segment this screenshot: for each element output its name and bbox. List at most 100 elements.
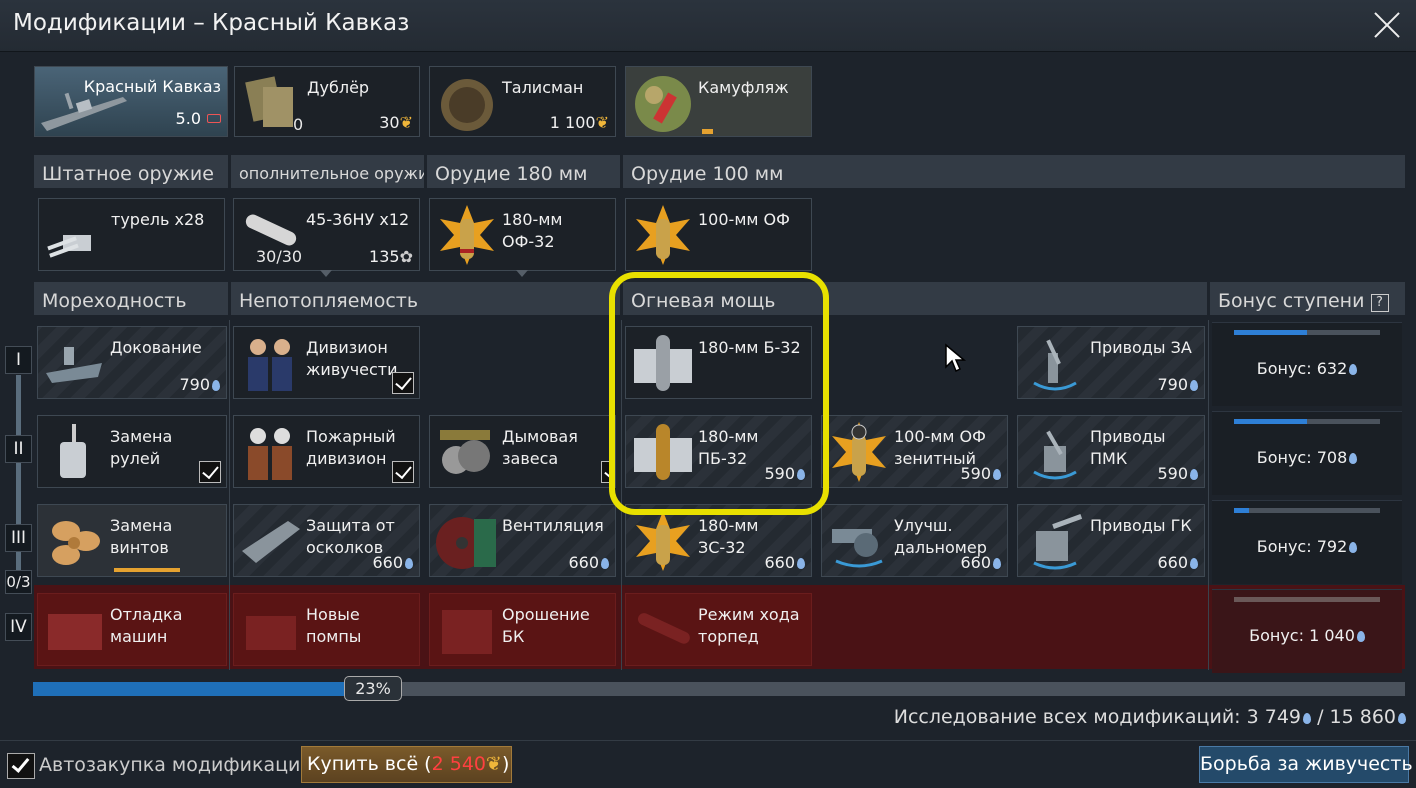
header-additional-weapons: ополнительное оружие — [231, 155, 424, 188]
mod-torpedo-mode[interactable]: Режим хода торпед — [625, 593, 812, 666]
mod-label: Орошение БК — [502, 605, 590, 646]
tier-bonus-4: Бонус: 1 040 — [1212, 589, 1402, 673]
mod-label: 180-мм Б-32 — [698, 338, 801, 357]
research-summary: Исследование всех модификаций: 3 749 / 1… — [894, 706, 1406, 728]
rudder-icon — [60, 424, 86, 478]
mod-ventilation[interactable]: Вентиляция 660 — [429, 504, 616, 577]
vehicle-name: Красный Кавказ — [83, 77, 221, 96]
mod-label: 180-мм ЗС-32 — [698, 516, 759, 557]
torpedo-card[interactable]: 45-36НУ x12 30/30 135✿ — [233, 198, 420, 271]
camouflage-card[interactable]: Камуфляж — [625, 66, 812, 137]
mod-cost: 660 — [1157, 553, 1198, 572]
mod-pmk-drives[interactable]: Приводы ПМК 590 — [1017, 415, 1205, 488]
br-icon — [207, 114, 221, 123]
golden-eagle-icon: ❦ — [486, 753, 502, 775]
camouflage-label: Камуфляж — [698, 78, 789, 97]
mod-label: Дивизион живучести — [306, 338, 398, 379]
header-firepower: Огневая мощь — [623, 282, 1207, 315]
talisman-label: Талисман — [502, 78, 584, 97]
mod-100-of-aa[interactable]: 100-мм ОФ зенитный 590 — [821, 415, 1008, 488]
turret-icon — [47, 235, 91, 258]
ship-hull-icon — [46, 347, 102, 383]
tier-4-badge: IV — [5, 613, 32, 641]
talisman-card[interactable]: Талисман 1 100❦ — [429, 66, 616, 137]
mod-improved-rangefinder[interactable]: Улучш. дальномер 660 — [821, 504, 1008, 577]
camouflage-progress — [702, 129, 713, 134]
mod-engine-tuning[interactable]: Отладка машин — [37, 593, 227, 666]
shell-100-label: 100-мм ОФ — [698, 210, 790, 229]
main-gun-icon — [1033, 513, 1083, 570]
tier-counter: 0/3 — [5, 570, 32, 594]
secondary-gun-icon — [1033, 430, 1077, 480]
auto-buy-checkbox[interactable] — [7, 753, 35, 779]
owned-checkbox — [601, 461, 615, 483]
close-icon[interactable] — [1372, 10, 1402, 40]
mod-cost: 590 — [960, 464, 1001, 483]
mod-splinter-protection[interactable]: Защита от осколков 660 — [233, 504, 420, 577]
mod-label: Приводы ПМК — [1090, 427, 1166, 468]
mod-label: 180-мм ПБ-32 — [698, 427, 759, 468]
mod-cost: 590 — [764, 464, 805, 483]
window-title: Модификации – Красный Кавказ — [13, 10, 410, 36]
header-survivability: Непотопляемость — [231, 282, 620, 315]
crew-backup-card[interactable]: Дублёр 0 30❦ — [234, 66, 420, 137]
mod-smoke-screen[interactable]: Дымовая завеса — [429, 415, 616, 488]
mod-cost: 660 — [568, 553, 609, 572]
mod-180-pb32[interactable]: 180-мм ПБ-32 590 — [625, 415, 812, 488]
buy-all-button[interactable]: Купить всё (2 540❦) — [301, 746, 512, 783]
mod-180-zs32[interactable]: 180-мм ЗС-32 660 — [625, 504, 812, 577]
mod-rudder-replacement[interactable]: Замена рулей — [37, 415, 227, 488]
mod-180-b32[interactable]: 180-мм Б-32 — [625, 326, 812, 399]
mod-docking[interactable]: Докование 790 — [37, 326, 227, 399]
turret-card[interactable]: турель x28 — [38, 198, 225, 271]
help-icon[interactable]: ? — [1370, 294, 1389, 312]
shell-100-of-card[interactable]: 100-мм ОФ — [625, 198, 812, 271]
mouse-cursor-icon — [945, 343, 967, 373]
mod-cost: 790 — [1157, 375, 1198, 394]
owned-checkbox — [392, 461, 414, 483]
turret-label: турель x28 — [111, 210, 205, 229]
aa-gun-icon — [1033, 339, 1077, 391]
firefighters-icon — [248, 428, 292, 480]
mod-propeller-replacement[interactable]: Замена винтов — [37, 504, 227, 577]
mod-cost: 660 — [372, 553, 413, 572]
mod-new-pumps[interactable]: Новые помпы — [233, 593, 420, 666]
damage-control-button[interactable]: Борьба за живучесть — [1199, 746, 1413, 783]
modifications-window: Модификации – Красный Кавказ Красный Кав… — [0, 0, 1416, 788]
mod-damage-control-division[interactable]: Дивизион живучести — [233, 326, 420, 399]
mod-aa-drives[interactable]: Приводы ЗА 790 — [1017, 326, 1205, 399]
crew-count: 0 — [293, 115, 304, 134]
he-shell-icon — [636, 205, 690, 265]
mod-cost: 660 — [764, 553, 805, 572]
shell-180-label: 180-мм ОФ-32 — [502, 210, 563, 251]
torpedo-cost: 135✿ — [369, 247, 413, 266]
mod-cost: 790 — [179, 375, 220, 394]
mod-label: Замена винтов — [110, 516, 173, 557]
sap-shell-icon — [634, 424, 692, 480]
pump-icon — [246, 616, 296, 650]
progress-percent: 23% — [344, 676, 402, 701]
tier-bonus-2: Бонус: 708 — [1212, 411, 1402, 495]
talisman-cost: 1 100❦ — [549, 113, 609, 132]
ap-shell-icon — [634, 335, 692, 391]
mod-fire-division[interactable]: Пожарный дивизион — [233, 415, 420, 488]
mod-main-battery-drives[interactable]: Приводы ГК 660 — [1017, 504, 1205, 577]
golden-eagle-icon: ❦ — [595, 113, 609, 132]
header-seaworthiness: Мореходность — [34, 282, 228, 315]
mod-label: Вентиляция — [502, 516, 604, 535]
torpedo-label: 45-36НУ x12 — [306, 210, 410, 229]
ammo-rack-icon — [442, 610, 492, 654]
mod-label: Приводы ЗА — [1090, 338, 1192, 357]
mod-progress — [114, 568, 180, 572]
mod-label: Дымовая завеса — [502, 427, 578, 468]
crew-cost: 30❦ — [379, 113, 413, 132]
mod-label: Замена рулей — [110, 427, 173, 468]
vehicle-card[interactable]: Красный Кавказ 5.0 — [34, 66, 228, 137]
shell-180-of32-card[interactable]: 180-мм ОФ-32 — [429, 198, 616, 271]
mod-ammo-sprinkler[interactable]: Орошение БК — [429, 593, 616, 666]
title-bar: Модификации – Красный Кавказ — [0, 0, 1416, 52]
mod-label: Приводы ГК — [1090, 516, 1192, 535]
tier-2-badge: II — [5, 435, 32, 463]
mod-label: Новые помпы — [306, 605, 362, 646]
owned-checkbox — [392, 372, 414, 394]
